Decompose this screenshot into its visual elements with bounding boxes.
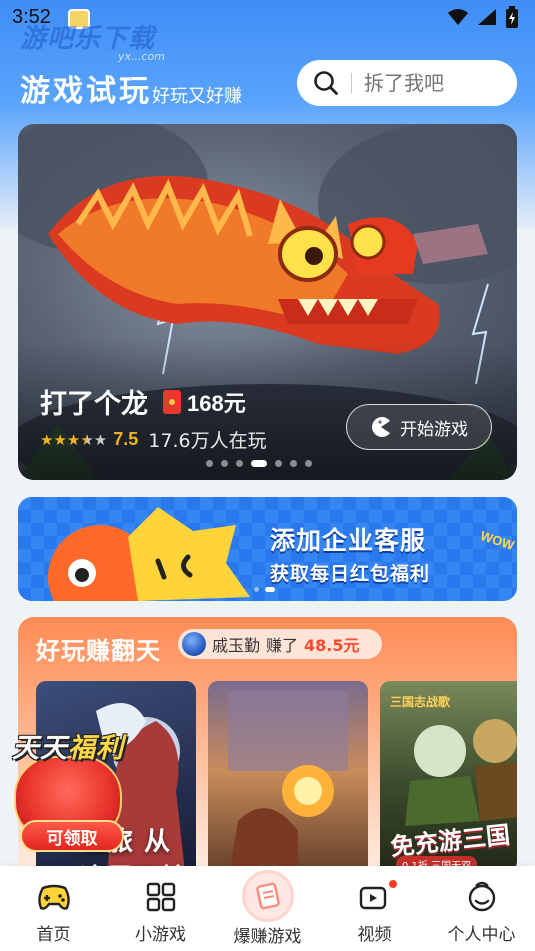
- banner-indicator: [254, 587, 275, 592]
- carousel-dot: [221, 460, 228, 467]
- watermark-sub: yx...com: [118, 50, 166, 63]
- claim-button[interactable]: 可领取: [20, 820, 124, 852]
- wifi-icon: [448, 9, 468, 25]
- player-count: 17.6万人在玩: [148, 430, 267, 452]
- tab-earn-games[interactable]: 爆赚游戏: [218, 870, 318, 947]
- carousel-indicator: [206, 460, 312, 467]
- tile-artwork: [228, 691, 348, 877]
- search-input[interactable]: [364, 71, 494, 95]
- money-icon: [241, 870, 294, 922]
- page-subtitle: 好玩又好赚: [152, 86, 242, 107]
- daily-bonus-widget[interactable]: 天天福利 可领取: [8, 722, 138, 862]
- ticker-verb: 赚了: [266, 636, 299, 655]
- tab-home[interactable]: 首页: [4, 880, 104, 945]
- tab-label: 个人中心: [447, 925, 516, 945]
- carousel-dot: [305, 460, 312, 467]
- ticker-username: 戚玉勤: [212, 636, 261, 655]
- status-icons: [447, 6, 519, 28]
- start-game-label: 开始游戏: [400, 419, 468, 440]
- earnings-ticker: 戚玉勤 赚了 48.5元: [178, 629, 382, 659]
- tab-label: 首页: [36, 925, 71, 945]
- search-divider: [351, 73, 352, 93]
- banner-dot-active: [265, 587, 275, 592]
- game-tile[interactable]: [208, 681, 368, 877]
- search-bar[interactable]: [297, 60, 517, 106]
- promo-title-a: 天天: [12, 733, 68, 764]
- carousel-dot: [290, 460, 297, 467]
- carousel-dot: [275, 460, 282, 467]
- battery-icon: [506, 6, 518, 28]
- tab-label: 爆赚游戏: [233, 927, 302, 947]
- avatar: [182, 632, 206, 656]
- carousel-dot: [236, 460, 243, 467]
- tab-video[interactable]: 视频: [325, 878, 425, 945]
- face-icon: [465, 880, 499, 914]
- bottom-tab-bar: 首页 小游戏 爆赚游戏 视频 个人中心: [0, 866, 535, 951]
- promo-title: 天天福利: [12, 726, 124, 765]
- red-envelope-icon: [163, 390, 181, 414]
- banner-dot: [254, 587, 259, 592]
- featured-game-banner[interactable]: 打了个龙 168元 ★★★★★ 7.5 17.6万人在玩 开始游戏: [18, 124, 517, 480]
- tile-caption: 三国志战歌: [390, 695, 451, 709]
- signal-icon: [478, 9, 496, 25]
- notification-dot: [386, 878, 399, 890]
- banner-headline: 添加企业客服: [270, 526, 427, 555]
- game-tile[interactable]: 三国志战歌 免充游三国 0.1折 三国无双: [380, 681, 517, 877]
- rating-score: 7.5: [113, 429, 139, 449]
- tab-label: 视频: [357, 925, 392, 945]
- pacman-icon: [372, 417, 390, 437]
- banner-subline: 获取每日红包福利: [270, 563, 431, 585]
- tab-profile[interactable]: 个人中心: [432, 880, 532, 945]
- game-rating: ★★★★★ 7.5 17.6万人在玩: [40, 426, 267, 453]
- page-title: 游戏试玩: [20, 74, 152, 109]
- search-icon: [314, 71, 338, 95]
- rating-stars: ★★★★★: [40, 430, 108, 449]
- carousel-dot: [206, 460, 213, 467]
- game-prize: 168元: [163, 386, 246, 418]
- prize-amount: 168元: [187, 391, 246, 416]
- tab-mini-games[interactable]: 小游戏: [111, 880, 211, 945]
- promo-title-b: 福利: [68, 733, 124, 764]
- tab-label: 小游戏: [135, 925, 186, 945]
- customer-service-banner[interactable]: 添加企业客服 获取每日红包福利 WOW: [18, 497, 517, 601]
- banner-artwork: [18, 497, 517, 601]
- start-game-button[interactable]: 开始游戏: [346, 404, 492, 450]
- game-title: 打了个龙: [40, 389, 148, 420]
- earn-section-title: 好玩赚翻天: [36, 637, 161, 665]
- carousel-dot-active: [251, 460, 267, 467]
- ticker-amount: 48.5元: [304, 636, 360, 655]
- gamepad-icon: [37, 880, 71, 914]
- grid-icon: [144, 880, 178, 914]
